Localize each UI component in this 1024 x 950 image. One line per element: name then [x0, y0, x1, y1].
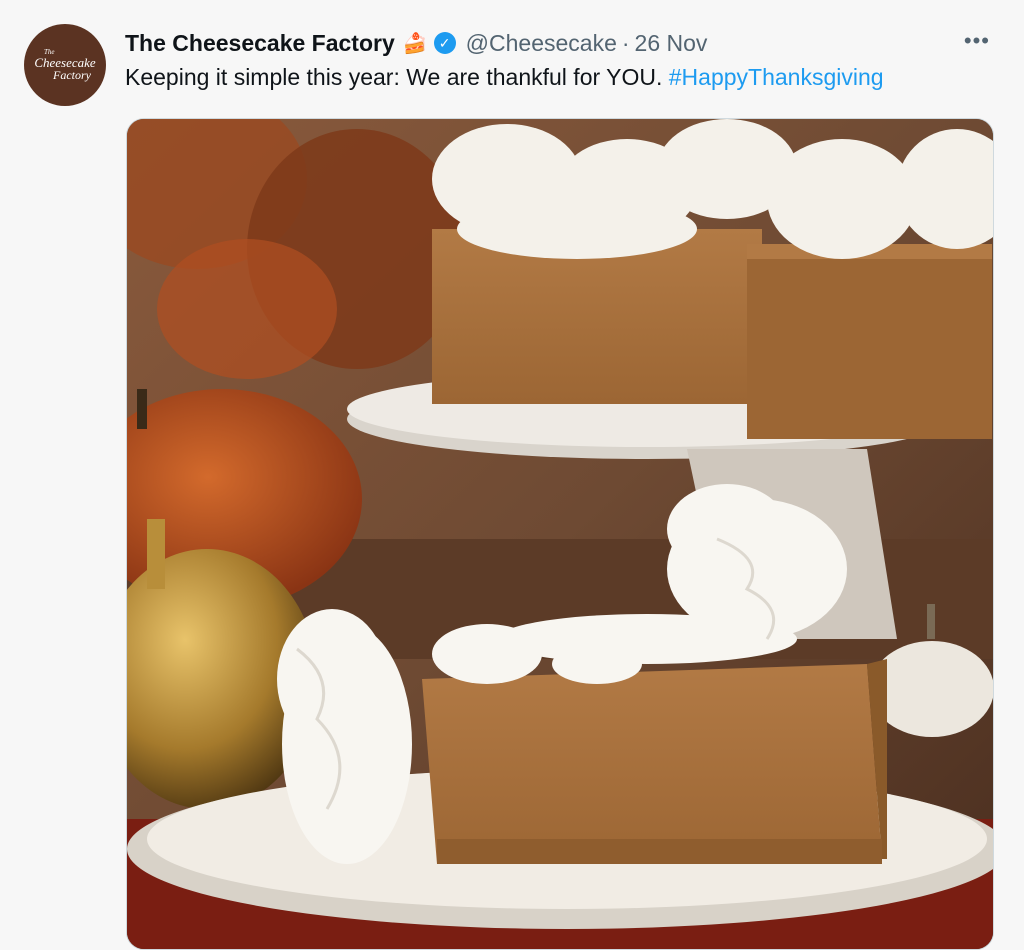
tweet-header: The Cheesecake Factory 🍰 ✓ @Cheesecake ·… — [125, 26, 984, 60]
cake-emoji: 🍰 — [402, 32, 428, 55]
avatar[interactable]: The Cheesecake Factory — [24, 24, 106, 106]
tweet-body-text: Keeping it simple this year: We are than… — [125, 64, 663, 90]
pumpkin-cheesecake-photo — [127, 119, 993, 949]
verified-badge-icon: ✓ — [433, 32, 456, 54]
more-options-icon[interactable]: ••• — [964, 28, 990, 54]
avatar-logo-line2: Factory — [53, 68, 91, 82]
separator-dot: · — [621, 29, 630, 56]
tweet-text: Keeping it simple this year: We are than… — [125, 64, 884, 91]
tweet-date[interactable]: 26 Nov — [635, 30, 708, 57]
tweet-media-image[interactable] — [126, 118, 994, 950]
author-handle[interactable]: @Cheesecake — [466, 30, 617, 57]
hashtag-link[interactable]: #HappyThanksgiving — [669, 64, 884, 90]
author-name[interactable]: The Cheesecake Factory — [125, 30, 395, 57]
tweet[interactable]: The Cheesecake Factory The Cheesecake Fa… — [0, 0, 1024, 950]
